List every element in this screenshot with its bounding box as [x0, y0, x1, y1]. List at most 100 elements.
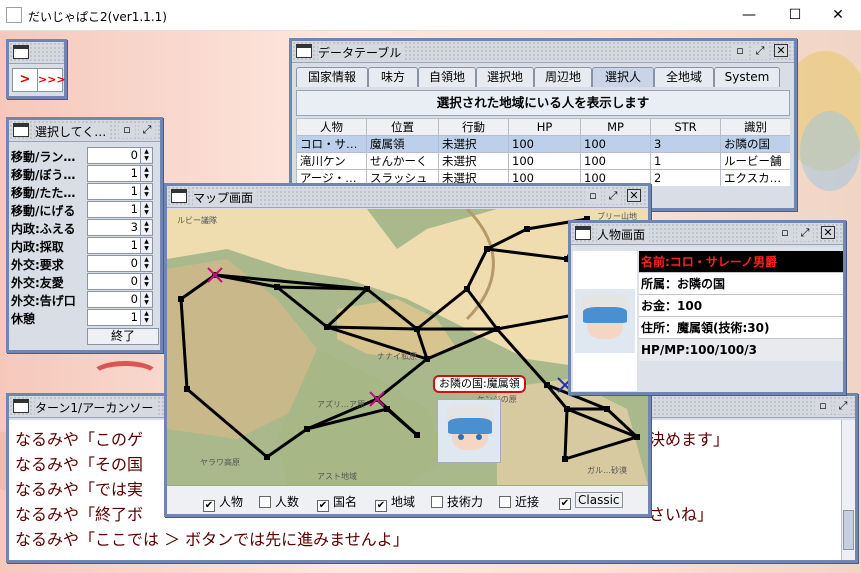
minimize-icon[interactable]: ▫	[585, 189, 601, 204]
table-row[interactable]: 滝川ケン せんかーく 未選択 100 100 1 ルービー舗	[296, 152, 790, 170]
allocation-spinner[interactable]: 1 ▲ ▼	[87, 183, 153, 200]
person-header: 人物画面 ▫ ⤢ ✕	[571, 223, 843, 245]
tab-selected-people[interactable]: 選択人	[592, 67, 654, 87]
table-row[interactable]: コロ・サ… 魔属領 未選択 100 100 3 お隣の国	[296, 135, 790, 153]
tab-all-regions[interactable]: 全地域	[654, 67, 714, 87]
column-header[interactable]: HP	[508, 118, 581, 136]
map-option-checkbox[interactable]: 近接	[499, 493, 539, 510]
minimize-button[interactable]: —	[726, 0, 772, 31]
spinner-arrows-icon[interactable]: ▲ ▼	[140, 238, 152, 253]
minimize-icon[interactable]: ▫	[777, 226, 793, 241]
checkbox-icon[interactable]	[259, 496, 271, 508]
tab-system[interactable]: System	[714, 67, 780, 87]
spinner-arrows-icon[interactable]: ▲ ▼	[140, 292, 152, 307]
allocation-value: 3	[130, 220, 138, 234]
next-arrow-button[interactable]: >>>	[37, 68, 66, 92]
allocation-spinner[interactable]: 0 ▲ ▼	[87, 273, 153, 290]
tab-nation-info[interactable]: 国家情報	[296, 67, 368, 87]
spinner-arrows-icon[interactable]: ▲ ▼	[140, 310, 152, 325]
map-node[interactable]	[562, 456, 568, 462]
column-header[interactable]: 人物	[296, 118, 367, 136]
map-node[interactable]	[264, 454, 270, 460]
restore-icon[interactable]: ⤢	[139, 123, 155, 138]
map-option-checkbox[interactable]: 人数	[259, 493, 299, 510]
map-node[interactable]	[414, 432, 420, 438]
checkbox-icon[interactable]: ✔	[559, 498, 571, 510]
checkbox-icon[interactable]	[431, 496, 443, 508]
map-node[interactable]	[524, 226, 530, 232]
spinner-arrows-icon[interactable]: ▲ ▼	[140, 274, 152, 289]
map-node[interactable]	[324, 324, 330, 330]
map-node[interactable]	[414, 326, 420, 332]
map-node[interactable]	[544, 382, 550, 388]
column-header[interactable]: 行動	[438, 118, 509, 136]
close-icon[interactable]: ✕	[774, 44, 788, 57]
checkbox-icon[interactable]	[499, 496, 511, 508]
tab-selected-territory[interactable]: 選択地	[476, 67, 534, 87]
map-option-checkbox[interactable]: ✔ 地域	[375, 493, 415, 512]
map-node[interactable]	[364, 286, 370, 292]
map-node[interactable]	[178, 296, 184, 302]
column-header[interactable]: STR	[650, 118, 721, 136]
spinner-arrows-icon[interactable]: ▲ ▼	[140, 148, 152, 163]
spinner-arrows-icon[interactable]: ▲ ▼	[140, 166, 152, 181]
allocation-spinner[interactable]: 0 ▲ ▼	[87, 147, 153, 164]
log-scrollbar-thumb[interactable]	[843, 510, 854, 550]
table-cell: 100	[508, 152, 581, 170]
checkbox-icon[interactable]: ✔	[317, 500, 329, 512]
tab-nearby-territory[interactable]: 周辺地	[534, 67, 592, 87]
checkbox-icon[interactable]: ✔	[375, 500, 387, 512]
spinner-arrows-icon[interactable]: ▲ ▼	[140, 220, 152, 235]
allocation-spinner[interactable]: 1 ▲ ▼	[87, 309, 153, 326]
map-option-checkbox[interactable]: ✔ Classic	[559, 492, 623, 510]
map-option-checkbox[interactable]: ✔ 国名	[317, 493, 357, 512]
map-option-checkbox[interactable]: 技術力	[431, 493, 483, 510]
allocation-spinner[interactable]: 1 ▲ ▼	[87, 201, 153, 218]
log-scrollbar[interactable]	[841, 420, 855, 560]
allocation-spinner[interactable]: 1 ▲ ▼	[87, 237, 153, 254]
map-option-checkbox[interactable]: ✔ 人物	[203, 493, 243, 512]
end-button[interactable]: 終了	[87, 328, 159, 345]
spinner-arrows-icon[interactable]: ▲ ▼	[140, 184, 152, 199]
log-line-fragment: さいね」	[649, 505, 714, 524]
allocation-spinner[interactable]: 0 ▲ ▼	[87, 255, 153, 272]
map-node[interactable]	[564, 406, 570, 412]
map-node[interactable]	[274, 284, 280, 290]
tab-allies[interactable]: 味方	[368, 67, 418, 87]
column-header[interactable]: MP	[580, 118, 651, 136]
map-node[interactable]	[464, 286, 470, 292]
map-node[interactable]	[634, 434, 640, 440]
allocation-spinner[interactable]: 3 ▲ ▼	[87, 219, 153, 236]
restore-icon[interactable]: ⤢	[835, 399, 851, 414]
checkbox-icon[interactable]: ✔	[203, 500, 215, 512]
column-header[interactable]: 位置	[366, 118, 439, 136]
allocation-spinner[interactable]: 1 ▲ ▼	[87, 165, 153, 182]
minimize-icon[interactable]: ▫	[815, 399, 831, 414]
map-node[interactable]	[604, 406, 610, 412]
map-node[interactable]	[424, 356, 430, 362]
close-icon[interactable]: ✕	[821, 226, 835, 239]
allocation-label: 外交:告げ口	[11, 294, 76, 308]
spinner-arrows-icon[interactable]: ▲ ▼	[140, 256, 152, 271]
spinner-arrows-icon[interactable]: ▲ ▼	[140, 202, 152, 217]
character-portrait-marker[interactable]	[437, 399, 501, 463]
log-line: なるみや「では実	[15, 480, 144, 499]
allocation-spinner[interactable]: 0 ▲ ▼	[87, 291, 153, 308]
maximize-button[interactable]: ☐	[772, 0, 818, 31]
restore-icon[interactable]: ⤢	[752, 44, 768, 59]
minimize-icon[interactable]: ▫	[119, 123, 135, 138]
column-header[interactable]: 識別	[720, 118, 790, 136]
close-button[interactable]: ✕	[815, 0, 861, 31]
map-node[interactable]	[494, 326, 500, 332]
restore-icon[interactable]: ⤢	[605, 189, 621, 204]
map-node[interactable]	[384, 406, 390, 412]
tab-own-territory[interactable]: 自領地	[418, 67, 476, 87]
minimize-icon[interactable]: ▫	[732, 44, 748, 59]
back-arrow-button[interactable]: >	[12, 68, 38, 92]
map-node[interactable]	[304, 426, 310, 432]
map-node[interactable]	[484, 246, 490, 252]
table-cell: 1	[650, 152, 721, 170]
map-node[interactable]	[184, 386, 190, 392]
restore-icon[interactable]: ⤢	[797, 226, 813, 241]
close-icon[interactable]: ✕	[627, 189, 641, 202]
